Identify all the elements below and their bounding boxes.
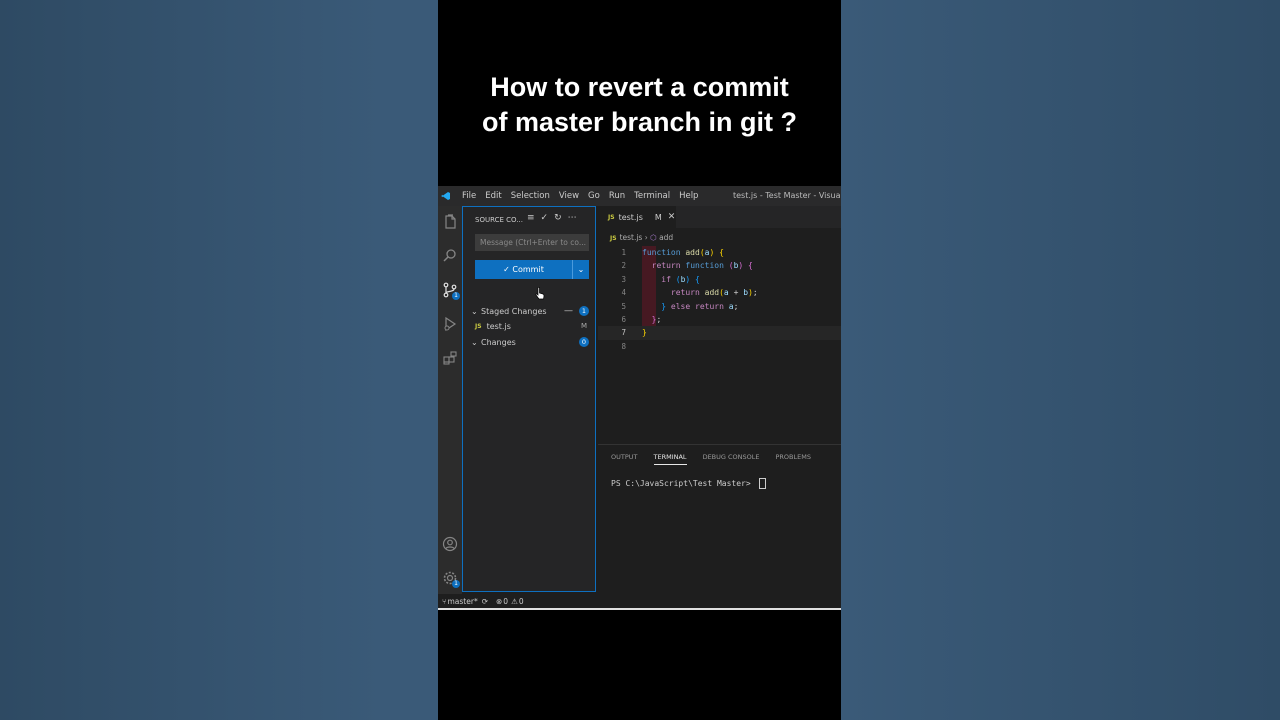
code-line: 1 function add(a) { [598,246,841,259]
window-title: test.js - Test Master - Visual Stu [733,191,841,200]
js-file-icon: JS [610,235,617,242]
video-frame: How to revert a commit of master branch … [438,0,841,720]
panel-tabs: OUTPUT TERMINAL DEBUG CONSOLE PROBLEMS [611,453,811,465]
menu-file[interactable]: File [462,191,476,201]
menu-view[interactable]: View [559,191,579,201]
breadcrumb[interactable]: JS test.js › ⬡ add [610,233,673,242]
commit-message-input[interactable]: Message (Ctrl+Enter to co... [475,234,589,251]
js-file-icon: JS [475,322,482,330]
code-line: 7} [598,326,841,340]
line-number: 7 [621,328,626,338]
more-actions-icon[interactable]: ⋯ [568,213,577,223]
extensions-icon[interactable] [440,348,460,368]
chevron-down-icon: ⌄ [471,337,478,347]
error-count[interactable]: 0 [503,597,508,606]
error-icon[interactable]: ⊗ [496,597,502,606]
editor-tabs: JS test.js M ✕ [598,206,841,228]
branch-name[interactable]: master* [448,597,478,606]
menu-run[interactable]: Run [609,191,625,201]
staged-file-name: test.js [486,321,511,331]
commit-button-label[interactable]: ✓ Commit [475,265,572,274]
chevron-down-icon: ⌄ [471,306,478,316]
account-icon[interactable] [440,534,460,554]
changes-count-badge: 0 [579,337,589,347]
refresh-icon[interactable]: ↻ [554,213,562,223]
staged-file-row[interactable]: JS test.js M [475,320,589,332]
mouse-pointer-icon [535,286,545,305]
tab-modified-status: M [654,212,662,222]
line-number: 3 [621,274,626,284]
changes-label: Changes [481,337,516,347]
code-line: 8 [598,340,841,353]
close-icon[interactable]: ✕ [668,212,676,222]
menu-bar: File Edit Selection View Go Run Terminal… [438,186,841,206]
code-line: 3 if (b) { [598,273,841,286]
manage-badge: 1 [452,580,460,588]
source-control-icon[interactable]: 1 [440,280,460,300]
tab-debug-console[interactable]: DEBUG CONSOLE [703,453,760,465]
breadcrumb-file[interactable]: test.js [620,233,643,242]
tab-label: test.js [618,212,643,222]
menu-edit[interactable]: Edit [485,191,501,201]
code-line: 2 return function (b) { [598,259,841,272]
code-editor[interactable]: 1 function add(a) { 2 return function (b)… [598,246,841,353]
branch-icon: ⑂ [442,596,447,606]
unstage-all-icon[interactable]: — [564,306,573,316]
staged-count-badge: 1 [579,306,589,316]
source-control-panel: SOURCE CO... ≡ ✓ ↻ ⋯ Message (Ctrl+Enter… [462,206,596,592]
commit-button[interactable]: ✓ Commit ⌄ [475,260,589,279]
tab-test-js[interactable]: JS test.js M ✕ [598,206,676,228]
terminal[interactable]: PS C:\JavaScript\Test Master> [611,478,766,489]
method-icon: ⬡ [650,233,657,242]
warning-icon[interactable]: ⚠ [511,597,518,606]
tab-terminal[interactable]: TERMINAL [653,453,687,465]
warning-count[interactable]: 0 [519,597,524,606]
source-control-badge: 1 [452,292,460,300]
changes-group[interactable]: ⌄ Changes 0 [471,335,591,349]
line-number: 2 [621,261,626,271]
video-title: How to revert a commit of master branch … [438,70,841,140]
terminal-prompt: PS C:\JavaScript\Test Master> [611,479,756,488]
bottom-panel: OUTPUT TERMINAL DEBUG CONSOLE PROBLEMS P… [598,444,841,595]
file-status-badge: M [580,322,587,330]
line-number: 1 [621,248,626,257]
menu-selection[interactable]: Selection [511,191,550,201]
background-right [841,0,1280,720]
status-bar: ⑂ master* ⟳ ⊗ 0 ⚠ 0 [438,594,841,610]
code-line: 5 } else return a; [598,300,841,313]
view-as-tree-icon[interactable]: ≡ [527,213,535,223]
search-icon[interactable] [440,246,460,266]
vscode-logo-icon [439,189,453,203]
activity-bar: 1 1 [438,206,462,594]
run-debug-icon[interactable] [440,314,460,334]
editor-area: JS test.js M ✕ JS test.js › ⬡ add 1 functi… [598,206,841,442]
line-number: 4 [621,288,626,298]
breadcrumb-symbol[interactable]: add [659,233,673,242]
terminal-cursor [758,478,766,489]
menu-terminal[interactable]: Terminal [634,191,670,201]
video-title-line-1: How to revert a commit [490,72,789,102]
commit-dropdown-icon[interactable]: ⌄ [572,260,589,279]
commit-check-icon[interactable]: ✓ [541,213,549,223]
manage-gear-icon[interactable]: 1 [440,568,460,588]
line-number: 5 [621,301,626,311]
tab-output[interactable]: OUTPUT [611,453,638,465]
explorer-icon[interactable] [440,212,460,232]
line-number: 8 [621,341,626,351]
line-number: 6 [621,314,626,324]
video-title-line-2: of master branch in git ? [481,107,798,137]
source-control-header: SOURCE CO... [475,216,523,224]
menu-help[interactable]: Help [679,191,698,201]
staged-changes-group[interactable]: ⌄ Staged Changes — 1 [471,304,591,318]
sync-icon[interactable]: ⟳ [482,597,488,606]
js-file-icon: JS [608,213,615,221]
code-line: 6 }; [598,313,841,326]
code-line: 4 return add(a + b); [598,286,841,299]
staged-changes-label: Staged Changes [481,306,547,316]
vscode-window: File Edit Selection View Go Run Terminal… [438,186,841,610]
menu-go[interactable]: Go [588,191,600,201]
source-control-toolbar: ≡ ✓ ↻ ⋯ [527,213,577,223]
tab-problems[interactable]: PROBLEMS [775,453,810,465]
